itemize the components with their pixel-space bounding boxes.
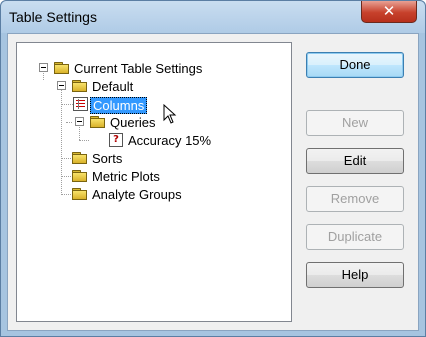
collapse-queries-icon[interactable] bbox=[75, 117, 84, 126]
window-title: Table Settings bbox=[9, 9, 97, 25]
mouse-cursor-icon bbox=[163, 104, 177, 124]
tree-node-current-table-settings[interactable]: Current Table Settings bbox=[72, 61, 204, 76]
dialog-client-area: Current Table Settings Default Columns Q… bbox=[7, 33, 419, 331]
tree-node-columns[interactable]: Columns bbox=[90, 97, 148, 114]
help-button[interactable]: Help bbox=[306, 262, 404, 288]
folder-icon bbox=[72, 170, 88, 182]
folder-icon bbox=[90, 116, 106, 128]
close-button[interactable]: ✕ bbox=[361, 1, 417, 23]
tree-connector bbox=[61, 104, 73, 105]
done-button[interactable]: Done bbox=[306, 52, 404, 78]
tree-node-default[interactable]: Default bbox=[90, 79, 135, 94]
duplicate-button[interactable]: Duplicate bbox=[306, 224, 404, 250]
folder-icon bbox=[72, 152, 88, 164]
tree-node-accuracy-15[interactable]: Accuracy 15% bbox=[126, 133, 213, 148]
tree-connector bbox=[79, 127, 80, 140]
folder-icon bbox=[72, 188, 88, 200]
query-icon: ? bbox=[109, 133, 123, 147]
tree-connector bbox=[66, 122, 72, 123]
table-settings-window: Table Settings ✕ Current Table Settings … bbox=[0, 0, 426, 337]
collapse-root-icon[interactable] bbox=[39, 63, 48, 72]
collapse-default-icon[interactable] bbox=[57, 81, 66, 90]
tree-node-analyte-groups[interactable]: Analyte Groups bbox=[90, 187, 184, 202]
folder-icon bbox=[54, 62, 70, 74]
new-button[interactable]: New bbox=[306, 110, 404, 136]
remove-button[interactable]: Remove bbox=[306, 186, 404, 212]
folder-icon bbox=[72, 80, 88, 92]
columns-table-icon bbox=[73, 97, 88, 111]
edit-button[interactable]: Edit bbox=[306, 148, 404, 174]
settings-tree-view[interactable]: Current Table Settings Default Columns Q… bbox=[16, 42, 292, 322]
tree-connector bbox=[61, 85, 62, 195]
tree-node-sorts[interactable]: Sorts bbox=[90, 151, 124, 166]
tree-node-metric-plots[interactable]: Metric Plots bbox=[90, 169, 162, 184]
tree-connector bbox=[79, 140, 89, 141]
tree-node-queries[interactable]: Queries bbox=[108, 115, 158, 130]
title-bar[interactable]: Table Settings ✕ bbox=[1, 1, 425, 33]
close-icon: ✕ bbox=[382, 2, 396, 20]
